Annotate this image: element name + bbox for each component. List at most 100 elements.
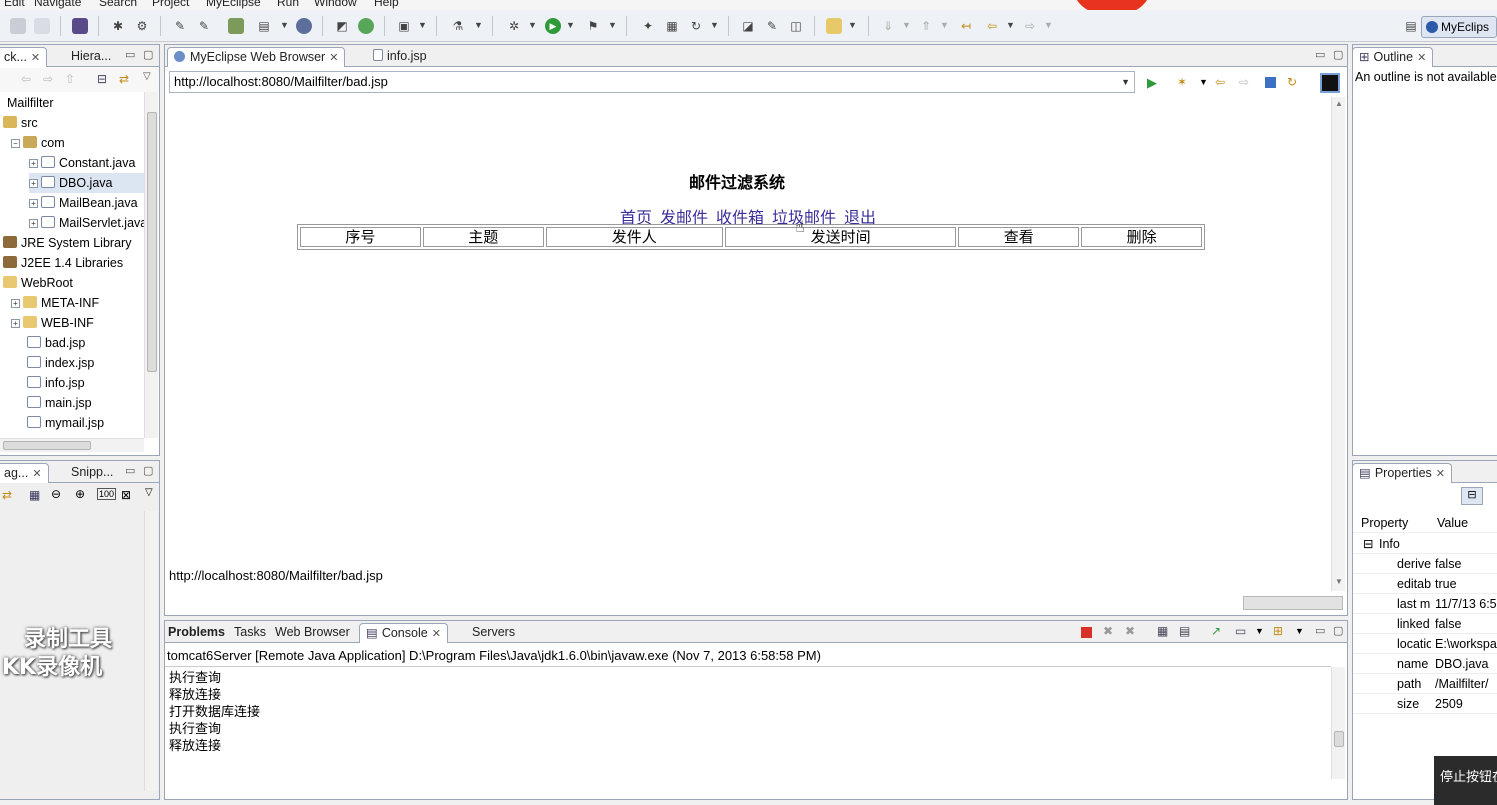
tree-item-meta-inf[interactable]: + META-INF (11, 293, 99, 313)
chevron-down-icon[interactable]: ▼ (940, 20, 949, 30)
property-row[interactable]: location E:\workspa (1353, 634, 1497, 654)
chevron-down-icon[interactable]: ▼ (1199, 77, 1208, 87)
up-icon[interactable]: ⇧ (65, 72, 75, 86)
maximize-icon[interactable]: ▢ (1333, 624, 1343, 637)
chevron-down-icon[interactable]: ▼ (1255, 626, 1264, 636)
tree-item-src[interactable]: src (3, 113, 38, 133)
chevron-down-icon[interactable]: ▼ (280, 20, 289, 30)
maximize-icon[interactable]: ▢ (1333, 48, 1343, 61)
chevron-down-icon[interactable]: ▼ (710, 20, 719, 30)
sync-icon[interactable]: ⇄ (2, 488, 12, 502)
properties-group-info[interactable]: ⊟ Info (1353, 534, 1497, 554)
browser-icon[interactable] (296, 18, 312, 34)
tab-image[interactable]: ag... ✕ (0, 463, 49, 483)
folder-icon[interactable] (826, 18, 842, 34)
menu-help[interactable]: Help (374, 0, 399, 9)
pin-icon[interactable]: ↗ (1211, 624, 1221, 638)
tree-scrollbar[interactable] (144, 92, 158, 438)
run-icon[interactable]: ▶ (545, 18, 561, 34)
back-icon[interactable]: ⇦ (984, 18, 1000, 34)
debug-icon[interactable]: ✲ (506, 18, 522, 34)
chevron-down-icon[interactable]: ▼ (902, 20, 911, 30)
tree-item-mailbean-java[interactable]: + MailBean.java (29, 193, 138, 213)
image-icon[interactable]: ▦ (29, 488, 40, 502)
debug-config-icon[interactable]: ✱ (110, 18, 126, 34)
maximize-icon[interactable]: ▢ (143, 48, 153, 61)
scrollbar-thumb[interactable] (147, 112, 157, 372)
perspective-button[interactable]: MyEclips (1421, 16, 1497, 38)
deploy-icon[interactable] (228, 18, 244, 34)
chevron-down-icon[interactable]: ▼ (474, 20, 483, 30)
tree-item-index-jsp[interactable]: index.jsp (27, 353, 94, 373)
view-menu-icon[interactable]: ▽ (143, 71, 151, 82)
edit-icon[interactable]: ✎ (764, 18, 780, 34)
view-menu-icon[interactable]: ▽ (145, 487, 153, 498)
minimize-icon[interactable]: ▭ (1315, 48, 1325, 61)
chevron-down-icon[interactable]: ▼ (418, 20, 427, 30)
print-icon[interactable] (34, 18, 50, 34)
new-jsp-icon[interactable]: ▤ (256, 18, 272, 34)
tab-servers[interactable]: Servers (472, 623, 515, 643)
jar-icon[interactable] (72, 18, 88, 34)
menu-edit[interactable]: Edit (4, 0, 25, 9)
minimize-icon[interactable]: ▭ (125, 48, 135, 61)
tab-problems[interactable]: Problems (168, 623, 225, 643)
close-icon[interactable]: ✕ (32, 468, 41, 480)
expand-icon[interactable]: + (29, 159, 38, 168)
tree-item-main-jsp[interactable]: main.jsp (27, 393, 92, 413)
go-icon[interactable]: ▶ (1147, 75, 1157, 91)
menu-navigate[interactable]: Navigate (34, 0, 81, 9)
actual-size-icon[interactable]: 100 (97, 488, 117, 500)
tab-hierarchy[interactable]: Hiera... (71, 47, 111, 67)
close-icon[interactable]: ✕ (329, 52, 338, 64)
scroll-up-icon[interactable]: ▲ (1335, 99, 1343, 108)
wizard-icon[interactable]: ⚗ (450, 18, 466, 34)
fit-icon[interactable]: ⊠ (121, 488, 131, 502)
close-icon[interactable]: ✕ (1417, 52, 1426, 64)
url-input[interactable]: http://localhost:8080/Mailfilter/bad.jsp… (169, 71, 1135, 93)
expand-icon[interactable]: + (11, 319, 20, 328)
back-icon[interactable]: ⇦ (21, 72, 31, 86)
scrollbar-thumb[interactable] (1334, 731, 1344, 747)
server-icon[interactable]: ⚙ (134, 18, 150, 34)
collapse-icon[interactable]: ⊟ (1363, 534, 1373, 554)
tree-item-web-inf[interactable]: + WEB-INF (11, 313, 94, 333)
chevron-down-icon[interactable]: ▼ (566, 20, 575, 30)
last-edit-icon[interactable]: ↤ (958, 18, 974, 34)
clear-console-icon[interactable]: ▦ (1157, 624, 1168, 638)
tree-item-mailfilter[interactable]: Mailfilter (7, 93, 54, 113)
tree-item-com[interactable]: − com (11, 133, 65, 153)
chevron-down-icon[interactable]: ▼ (848, 20, 857, 30)
tree-hscrollbar[interactable] (0, 438, 144, 452)
property-row[interactable]: path/Mailfilter/ (1353, 674, 1497, 694)
expand-icon[interactable]: + (29, 179, 38, 188)
refresh-icon[interactable]: ↻ (688, 18, 704, 34)
stop-icon[interactable] (1265, 77, 1276, 88)
snippets-scrollbar[interactable] (144, 511, 158, 791)
next-annotation-icon[interactable]: ⇓ (880, 18, 896, 34)
tree-item-mailservlet-java[interactable]: + MailServlet.java (29, 213, 145, 233)
expand-icon[interactable]: + (29, 219, 38, 228)
property-row[interactable]: last modified 11/7/13 6:5 (1353, 594, 1497, 614)
scroll-lock-icon[interactable]: ▤ (1179, 624, 1190, 638)
menu-project[interactable]: Project (152, 0, 189, 9)
close-icon[interactable]: ✕ (432, 628, 441, 640)
menu-window[interactable]: Window (314, 0, 357, 9)
tree-item-dbo-java[interactable]: + DBO.java (29, 173, 145, 193)
forward-icon[interactable]: ⇨ (1022, 18, 1038, 34)
terminate-icon[interactable] (1081, 627, 1092, 638)
save-icon[interactable] (10, 18, 26, 34)
open-perspective-icon[interactable]: ▤ (1403, 18, 1419, 34)
property-row[interactable]: derived false (1353, 554, 1497, 574)
console-scrollbar[interactable] (1331, 667, 1345, 779)
scroll-down-icon[interactable]: ▼ (1335, 577, 1343, 586)
property-row[interactable]: size 2509 (1353, 694, 1497, 714)
display-console-icon[interactable]: ▭ (1235, 624, 1246, 638)
back-icon[interactable]: ⇦ (1215, 75, 1225, 89)
open-project-icon[interactable]: ◪ (740, 18, 756, 34)
close-icon[interactable]: ✕ (31, 52, 40, 64)
close-icon[interactable]: ✕ (1436, 468, 1445, 480)
black-box[interactable] (1320, 73, 1340, 93)
property-row[interactable]: editable true (1353, 574, 1497, 594)
chevron-down-icon[interactable]: ▼ (1295, 626, 1304, 636)
